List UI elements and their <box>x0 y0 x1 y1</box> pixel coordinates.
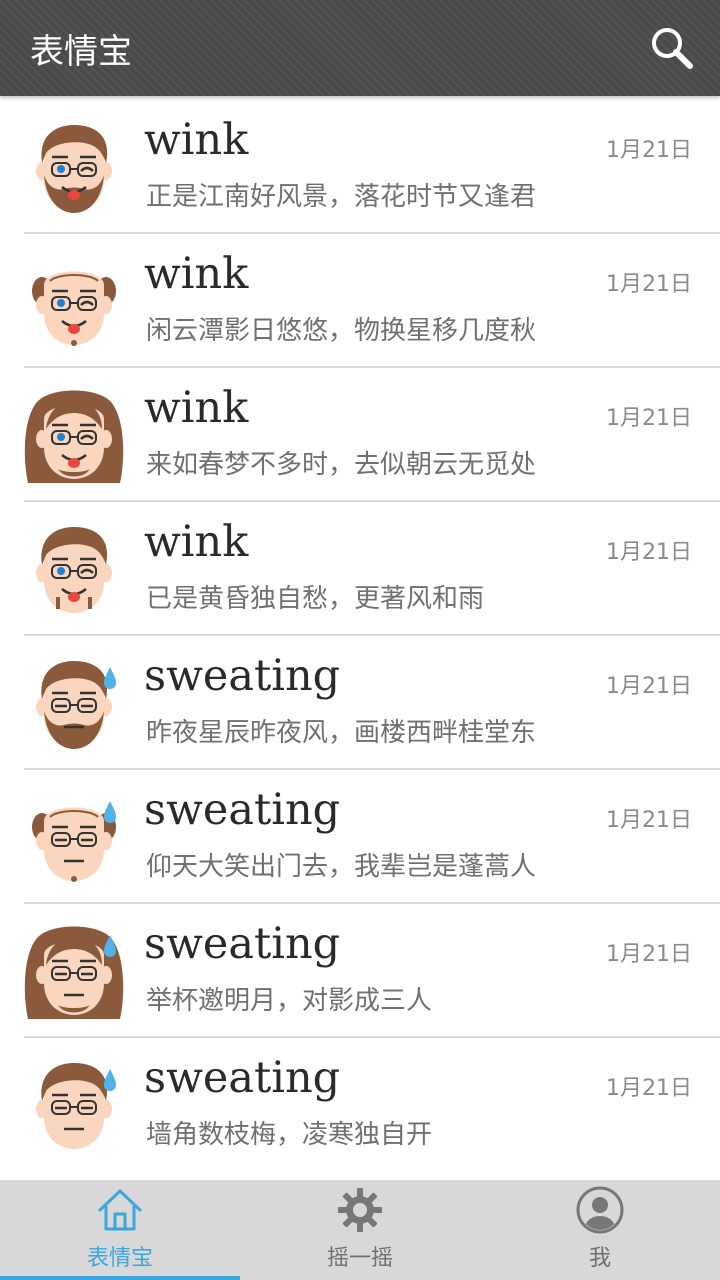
avatar <box>22 385 126 485</box>
list-item[interactable]: sweating 1月21日昨夜星辰昨夜风，画楼西畔桂堂东 <box>0 636 720 770</box>
tab-me-label: 我 <box>588 1246 611 1271</box>
tab-shake-label: 摇一摇 <box>326 1246 393 1271</box>
list-item[interactable]: wink 1月21日正是江南好风景，落花时节又逢君 <box>0 100 720 234</box>
avatar <box>22 251 126 351</box>
avatar <box>22 519 126 619</box>
avatar <box>22 653 126 753</box>
item-date: 1月21日 <box>606 942 692 967</box>
tab-shake[interactable]: 摇一摇 <box>240 1180 480 1280</box>
item-date: 1月21日 <box>606 674 692 699</box>
user-icon <box>576 1186 624 1234</box>
item-date: 1月21日 <box>606 138 692 163</box>
item-title: sweating <box>144 651 341 701</box>
tab-active-indicator <box>0 1276 240 1280</box>
item-title: wink <box>144 249 249 299</box>
bottom-tab-bar: 表情宝 摇一摇 我 <box>0 1180 720 1280</box>
tab-home[interactable]: 表情宝 <box>0 1180 240 1280</box>
search-icon <box>652 28 693 69</box>
item-subtitle: 举杯邀明月，对影成三人 <box>146 986 433 1016</box>
avatar <box>22 787 126 887</box>
list-item[interactable]: wink 1月21日闲云潭影日悠悠，物换星移几度秋 <box>0 234 720 368</box>
tab-me[interactable]: 我 <box>480 1180 720 1280</box>
item-title: sweating <box>144 785 341 835</box>
home-icon <box>98 1189 142 1231</box>
item-date: 1月21日 <box>606 808 692 833</box>
item-date: 1月21日 <box>606 272 692 297</box>
item-date: 1月21日 <box>606 540 692 565</box>
avatar <box>22 117 126 217</box>
list-item[interactable]: sweating 1月21日举杯邀明月，对影成三人 <box>0 904 720 1038</box>
item-title: wink <box>144 517 249 567</box>
item-title: sweating <box>144 1053 341 1103</box>
item-subtitle: 仰天大笑出门去，我辈岂是蓬蒿人 <box>146 852 537 882</box>
item-subtitle: 闲云潭影日悠悠，物换星移几度秋 <box>146 316 537 346</box>
app-header: 表情宝 <box>0 0 720 96</box>
list-item[interactable]: sweating 1月21日仰天大笑出门去，我辈岂是蓬蒿人 <box>0 770 720 904</box>
gear-icon <box>338 1188 382 1232</box>
search-button[interactable] <box>646 22 698 74</box>
avatar <box>22 921 126 1021</box>
item-subtitle: 来如春梦不多时，去似朝云无觅处 <box>146 450 537 480</box>
item-title: sweating <box>144 919 341 969</box>
item-subtitle: 昨夜星辰昨夜风，画楼西畔桂堂东 <box>146 718 537 748</box>
item-subtitle: 已是黄昏独自愁，更著风和雨 <box>146 584 485 614</box>
app-root: 表情宝 wink 1月21日 正是江南好风景，落花时节又逢君 wink 1月21日 闲云潭… <box>0 0 720 1280</box>
page-title: 表情宝 <box>30 31 132 72</box>
item-subtitle: 正是江南好风景，落花时节又逢君 <box>146 182 537 212</box>
tab-home-label: 表情宝 <box>86 1246 153 1271</box>
item-title: wink <box>144 115 249 165</box>
item-title: wink <box>144 383 249 433</box>
item-subtitle: 墙角数枝梅，凌寒独自开 <box>146 1120 433 1150</box>
item-date: 1月21日 <box>606 406 692 431</box>
sticker-list: wink 1月21日 正是江南好风景，落花时节又逢君 wink 1月21日 闲云潭影日悠悠… <box>0 100 720 1180</box>
list-item[interactable]: wink 1月21日已是黄昏独自愁，更著风和雨 <box>0 502 720 636</box>
list-item[interactable]: wink 1月21日来如春梦不多时，去似朝云无觅处 <box>0 368 720 502</box>
item-date: 1月21日 <box>606 1076 692 1101</box>
avatar <box>22 1055 126 1155</box>
list-item[interactable]: sweating 1月21日墙角数枝梅，凌寒独自开 <box>0 1038 720 1172</box>
